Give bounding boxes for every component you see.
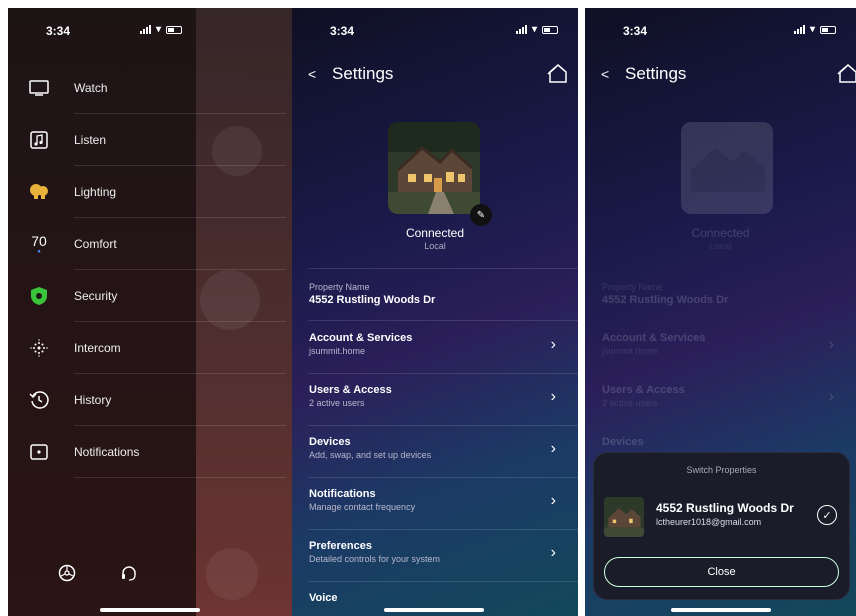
menu-footer [58, 564, 138, 587]
switch-property-icon[interactable] [836, 62, 856, 86]
status-bar: 3:34 ▾ [585, 22, 856, 38]
settings-screen: 3:34 ▾ < Settings ✎ Connected Local Prop… [292, 8, 578, 616]
property-photo[interactable] [388, 122, 480, 214]
settings-header: < Settings [292, 64, 578, 88]
menu-item-lighting[interactable]: Lighting [24, 166, 286, 218]
chevron-right-icon: › [828, 388, 834, 405]
page-title: Settings [625, 64, 687, 83]
switch-properties-screen: 3:34 ▾ < Settings Connected Local Proper… [585, 8, 856, 616]
sheet-title: Switch Properties [686, 465, 757, 475]
headset-icon[interactable] [120, 564, 138, 587]
settings-row-devices[interactable]: Devices Add, swap, and set up devices › [309, 426, 578, 478]
menu-label: Listen [74, 133, 107, 147]
signal-icon [139, 25, 151, 34]
status-bar: 3:34 ▾ [292, 22, 578, 38]
back-button[interactable]: < [308, 66, 316, 82]
connection-sub: Local [424, 241, 446, 251]
back-button[interactable]: < [601, 66, 609, 82]
property-name: 4552 Rustling Woods Dr [656, 501, 794, 515]
connection-status: Connected Local [691, 226, 750, 251]
menu-label: Watch [74, 81, 108, 95]
wifi-icon: ▾ [531, 24, 537, 35]
switch-property-icon[interactable] [546, 62, 570, 86]
history-icon [24, 385, 54, 415]
signal-icon [515, 25, 527, 34]
close-button[interactable]: Close [604, 557, 839, 587]
chevron-right-icon: › [550, 336, 556, 353]
menu-item-comfort[interactable]: 70 ● Comfort [24, 218, 286, 270]
home-indicator [100, 608, 200, 612]
settings-row-users[interactable]: Users & Access 2 active users › [309, 374, 578, 426]
menu-label: Comfort [74, 237, 117, 251]
menu-label: Lighting [74, 185, 117, 199]
settings-wheel-icon[interactable] [58, 564, 76, 587]
home-indicator [671, 608, 771, 612]
status-time: 3:34 [330, 24, 355, 38]
status-bar: 3:34 ▾ [8, 22, 292, 38]
chevron-right-icon: › [550, 544, 556, 561]
menu-label: Intercom [74, 341, 121, 355]
chevron-right-icon: › [828, 336, 834, 353]
property-email: lctheurer1018@gmail.com [656, 517, 762, 527]
lightbulb-icon [24, 177, 54, 207]
battery-icon [820, 25, 836, 34]
property-name-value: 4552 Rustling Woods Dr [309, 294, 436, 306]
settings-row-users: Users & Access 2 active users › [602, 384, 834, 408]
property-name-field: Property Name 4552 Rustling Woods Dr [602, 282, 729, 306]
chevron-right-icon: › [550, 440, 556, 457]
thermostat-icon: 70 ● [31, 233, 47, 255]
page-title: Settings [332, 64, 394, 83]
menu-item-security[interactable]: Security [24, 270, 286, 322]
wifi-icon: ▾ [155, 24, 161, 35]
connection-status: Connected Local [292, 226, 578, 251]
menu-label: History [74, 393, 112, 407]
settings-row-preferences[interactable]: Preferences Detailed controls for your s… [309, 530, 578, 582]
property-thumbnail [604, 497, 644, 537]
status-time: 3:34 [623, 24, 648, 38]
menu-item-history[interactable]: History [24, 374, 286, 426]
checkmark-icon: ✓ [817, 505, 837, 525]
tv-icon [24, 73, 54, 103]
menu-item-intercom[interactable]: Intercom [24, 322, 286, 374]
edit-photo-button[interactable]: ✎ [470, 204, 492, 226]
music-note-icon [24, 125, 54, 155]
menu-item-listen[interactable]: Listen [24, 114, 286, 166]
menu-label: Notifications [74, 445, 140, 459]
wifi-icon: ▾ [809, 24, 815, 35]
signal-icon [793, 25, 805, 34]
switch-properties-sheet: Switch Properties 4552 Rustling Woods Dr… [593, 452, 850, 600]
property-list-item[interactable]: 4552 Rustling Woods Dr lctheurer1018@gma… [604, 493, 839, 539]
temperature-value: 70 [31, 233, 47, 249]
menu-label: Security [74, 289, 118, 303]
battery-icon [542, 25, 558, 34]
property-name-label: Property Name [309, 282, 370, 292]
shield-icon [24, 281, 54, 311]
home-indicator [384, 608, 484, 612]
menu-item-notifications[interactable]: Notifications [24, 426, 286, 478]
settings-row-account[interactable]: Account & Services jsummit.home › [309, 322, 578, 374]
battery-icon [166, 25, 182, 34]
chevron-right-icon: › [550, 388, 556, 405]
menu-item-watch[interactable]: Watch [24, 62, 286, 114]
side-menu: Watch Listen Lighting 70 ● Comfort Secur… [24, 62, 286, 478]
settings-header: < Settings [585, 64, 856, 88]
settings-row-notifications[interactable]: Notifications Manage contact frequency › [309, 478, 578, 530]
property-name-field[interactable]: Property Name 4552 Rustling Woods Dr [309, 282, 435, 306]
property-photo [681, 122, 773, 214]
status-time: 3:34 [46, 24, 71, 38]
pencil-icon: ✎ [476, 209, 486, 221]
notification-icon [24, 437, 54, 467]
connection-label: Connected [405, 226, 465, 240]
settings-row-account: Account & Services jsummit.home › [602, 332, 834, 356]
chevron-right-icon: › [550, 492, 556, 509]
dimmed-home-preview[interactable] [196, 8, 292, 616]
intercom-icon [24, 333, 54, 363]
menu-screen: 3:34 ▾ Watch Listen Lighting 70 ● Comfor… [8, 8, 292, 616]
